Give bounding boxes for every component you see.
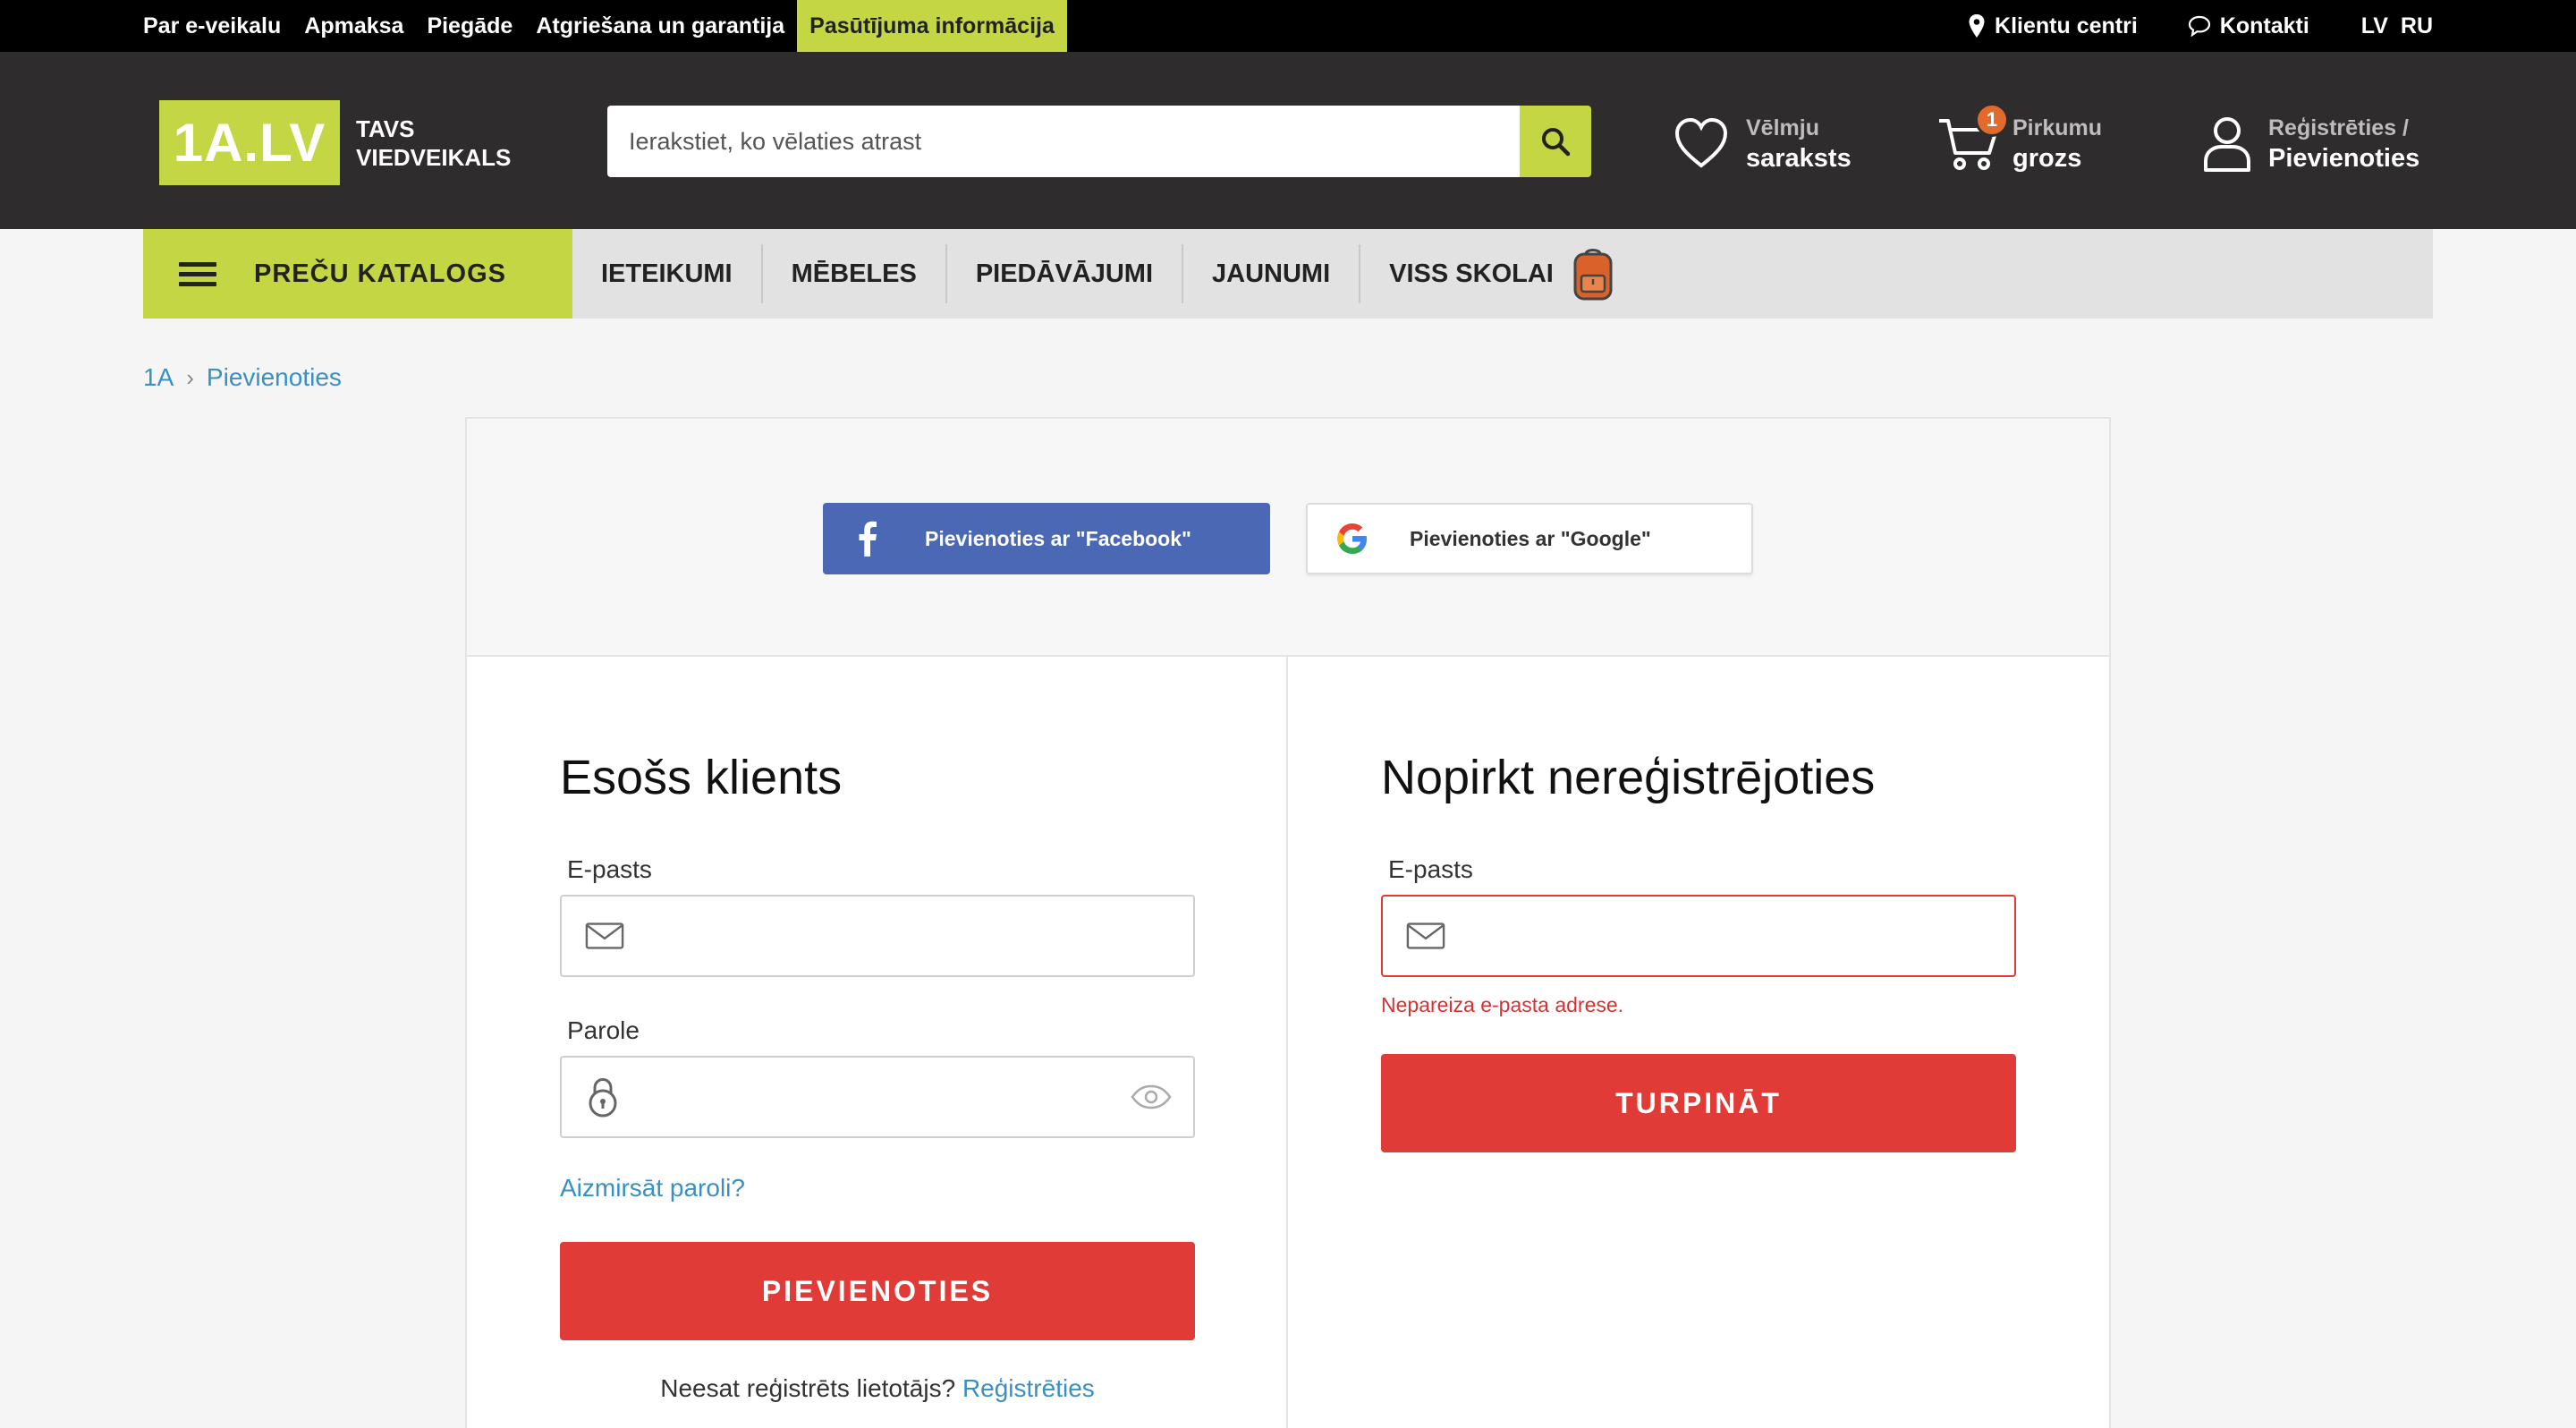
register-prompt: Neesat reģistrēts lietotājs? Reģistrētie… [560,1374,1195,1403]
existing-client-section: Esošs klients E-pasts Parole Aizmirsāt p… [467,657,1288,1428]
guest-email-field[interactable] [1381,895,2016,977]
google-login-label: Pievienoties ar "Google" [1410,526,1651,550]
register-prompt-text: Neesat reģistrēts lietotājs? [660,1374,956,1402]
category-nav: PREČU KATALOGS IETEIKUMI MĒBELES PIEDĀVĀ… [143,229,2433,319]
login-password-label: Parole [567,1016,640,1044]
nav-item-offers[interactable]: PIEDĀVĀJUMI [947,244,1184,303]
login-password-field[interactable] [560,1056,1195,1138]
existing-client-title: Esošs klients [560,751,843,804]
lock-icon [562,1076,624,1118]
search-icon [1542,128,1571,157]
cart-count-badge: 1 [1975,103,2009,137]
language-switcher: LV RU [2361,13,2433,39]
wishlist-small: Vēlmju [1746,115,1819,140]
guest-email-label: E-pasts [1388,855,1473,883]
nav-item-furniture[interactable]: MĒBELES [763,244,947,303]
wishlist-link[interactable]: Vēlmju saraksts [1673,113,1852,174]
nav-item-school[interactable]: VISS SKOLAI [1360,244,1563,303]
guest-checkout-title: Nopirkt nereģistrējoties [1381,751,1876,804]
top-link-about[interactable]: Par e-veikalu [143,0,281,52]
nav-item-new[interactable]: JAUNUMI [1183,244,1361,303]
login-submit-button[interactable]: PIEVIENOTIES [560,1242,1195,1340]
lang-lv[interactable]: LV [2361,13,2388,38]
backpack-icon[interactable] [1570,245,1616,302]
breadcrumb-current[interactable]: Pievienoties [207,363,342,392]
client-centers-link[interactable]: Klientu centri [1968,13,2138,39]
top-link-order-info[interactable]: Pasūtījuma informācija [797,0,1067,52]
logo-tagline-line2: VIEDVEIKALS [356,143,512,171]
google-icon [1308,521,1397,557]
nav-item-recommendations[interactable]: IETEIKUMI [572,244,763,303]
top-links: Par e-veikalu Apmaksa Piegāde Atgriešana… [143,0,1090,52]
breadcrumb: 1A › Pievienoties [143,363,342,392]
top-link-returns[interactable]: Atgriešana un garantija [536,0,784,52]
contacts-link[interactable]: Kontakti [2188,13,2309,39]
heart-icon [1674,117,1728,168]
forgot-password-link[interactable]: Aizmirsāt paroli? [560,1174,745,1203]
site-logo[interactable]: 1A.LV TAVS VIEDVEIKALS [159,100,511,185]
user-icon [2204,117,2250,172]
cart-text: Pirkumu grozs [2012,113,2102,174]
location-pin-icon [1969,14,1985,38]
top-link-delivery[interactable]: Piegāde [427,0,513,52]
category-items: IETEIKUMI MĒBELES PIEDĀVĀJUMI JAUNUMI VI… [572,229,1616,319]
cart-big: grozs [2012,144,2082,173]
login-email-label: E-pasts [567,855,652,883]
facebook-icon [823,521,912,557]
search-input[interactable]: Ierakstiet, ko vēlaties atrast [607,106,1520,177]
login-card: Pievienoties ar "Facebook" Pievienoties … [465,417,2111,1428]
top-link-payment[interactable]: Apmaksa [304,0,403,52]
account-small: Reģistrēties / [2268,115,2410,140]
search-bar: Ierakstiet, ko vēlaties atrast [607,106,1591,177]
lang-ru[interactable]: RU [2401,13,2433,38]
main-header: 1A.LV TAVS VIEDVEIKALS Ierakstiet, ko vē… [0,52,2576,229]
eye-icon[interactable] [1131,1084,1172,1114]
chat-bubble-icon [2188,15,2210,37]
cart-icon-wrap: 1 [1937,103,2009,173]
login-email-field[interactable] [560,895,1195,977]
top-right: Klientu centri Kontakti LV RU [1918,0,2433,52]
social-login-section: Pievienoties ar "Facebook" Pievienoties … [467,419,2109,657]
search-button[interactable] [1520,106,1591,177]
guest-continue-button[interactable]: TURPINĀT [1381,1054,2016,1152]
top-bar: Par e-veikalu Apmaksa Piegāde Atgriešana… [0,0,2576,52]
wishlist-big: saraksts [1746,144,1852,173]
logo-box: 1A.LV [159,100,340,185]
guest-email-error: Nepareiza e-pasta adrese. [1381,993,1624,1016]
facebook-login-button[interactable]: Pievienoties ar "Facebook" [823,503,1270,574]
contacts-label: Kontakti [2219,13,2309,38]
hamburger-icon [179,257,216,292]
catalog-label: PREČU KATALOGS [254,259,506,288]
cart-link[interactable]: 1 Pirkumu grozs [1937,103,2102,174]
logo-tagline-line1: TAVS [356,115,415,142]
client-centers-label: Klientu centri [1995,13,2138,38]
register-link[interactable]: Reģistrēties [962,1374,1095,1402]
guest-checkout-section: Nopirkt nereģistrējoties E-pasts Neparei… [1288,657,2109,1428]
envelope-icon [562,922,624,950]
account-link[interactable]: Reģistrēties / Pievienoties [2202,113,2419,174]
wishlist-text: Vēlmju saraksts [1746,113,1852,174]
cart-small: Pirkumu [2012,115,2103,140]
google-login-button[interactable]: Pievienoties ar "Google" [1306,503,1753,574]
envelope-icon [1383,922,1445,950]
catalog-menu-button[interactable]: PREČU KATALOGS [143,229,572,319]
account-text: Reģistrēties / Pievienoties [2268,113,2419,174]
account-big: Pievienoties [2268,144,2420,173]
chevron-right-icon: › [186,363,194,391]
facebook-login-label: Pievienoties ar "Facebook" [925,526,1191,550]
logo-tagline: TAVS VIEDVEIKALS [356,115,511,172]
breadcrumb-home[interactable]: 1A [143,363,174,392]
